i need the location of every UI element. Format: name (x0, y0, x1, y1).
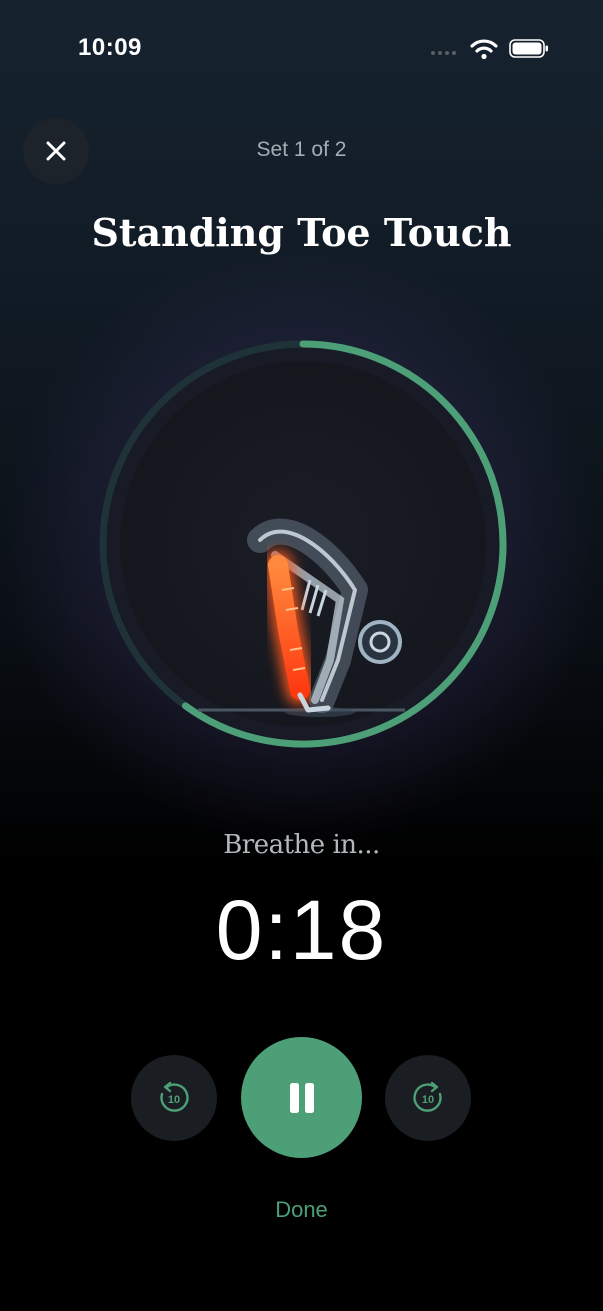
done-button[interactable]: Done (0, 1197, 603, 1223)
forward-10-button[interactable]: 10 (385, 1055, 471, 1141)
rewind-10-icon: 10 (160, 1081, 189, 1112)
rewind-seconds-label: 10 (168, 1094, 180, 1106)
forward-10-icon: 10 (413, 1081, 442, 1112)
rewind-10-button[interactable]: 10 (131, 1055, 217, 1141)
countdown-timer: 0:18 (215, 883, 388, 977)
status-time: 10:09 (78, 34, 142, 61)
pause-icon (289, 1082, 314, 1113)
wifi-icon (470, 39, 498, 60)
exercise-illustration (198, 518, 405, 717)
head-shape (358, 620, 402, 664)
playback-controls: 10 10 (0, 1035, 603, 1160)
forward-seconds-label: 10 (422, 1094, 434, 1106)
set-counter: Set 1 of 2 (256, 138, 347, 161)
battery-icon (509, 39, 548, 58)
breathing-prompt: Breathe in... (223, 830, 380, 860)
status-bar: 10:09 (0, 0, 603, 100)
cellular-signal-icon (431, 51, 456, 55)
highlighted-muscle (263, 550, 315, 705)
exercise-title: Standing Toe Touch (91, 210, 512, 255)
pause-button[interactable] (241, 1037, 362, 1158)
